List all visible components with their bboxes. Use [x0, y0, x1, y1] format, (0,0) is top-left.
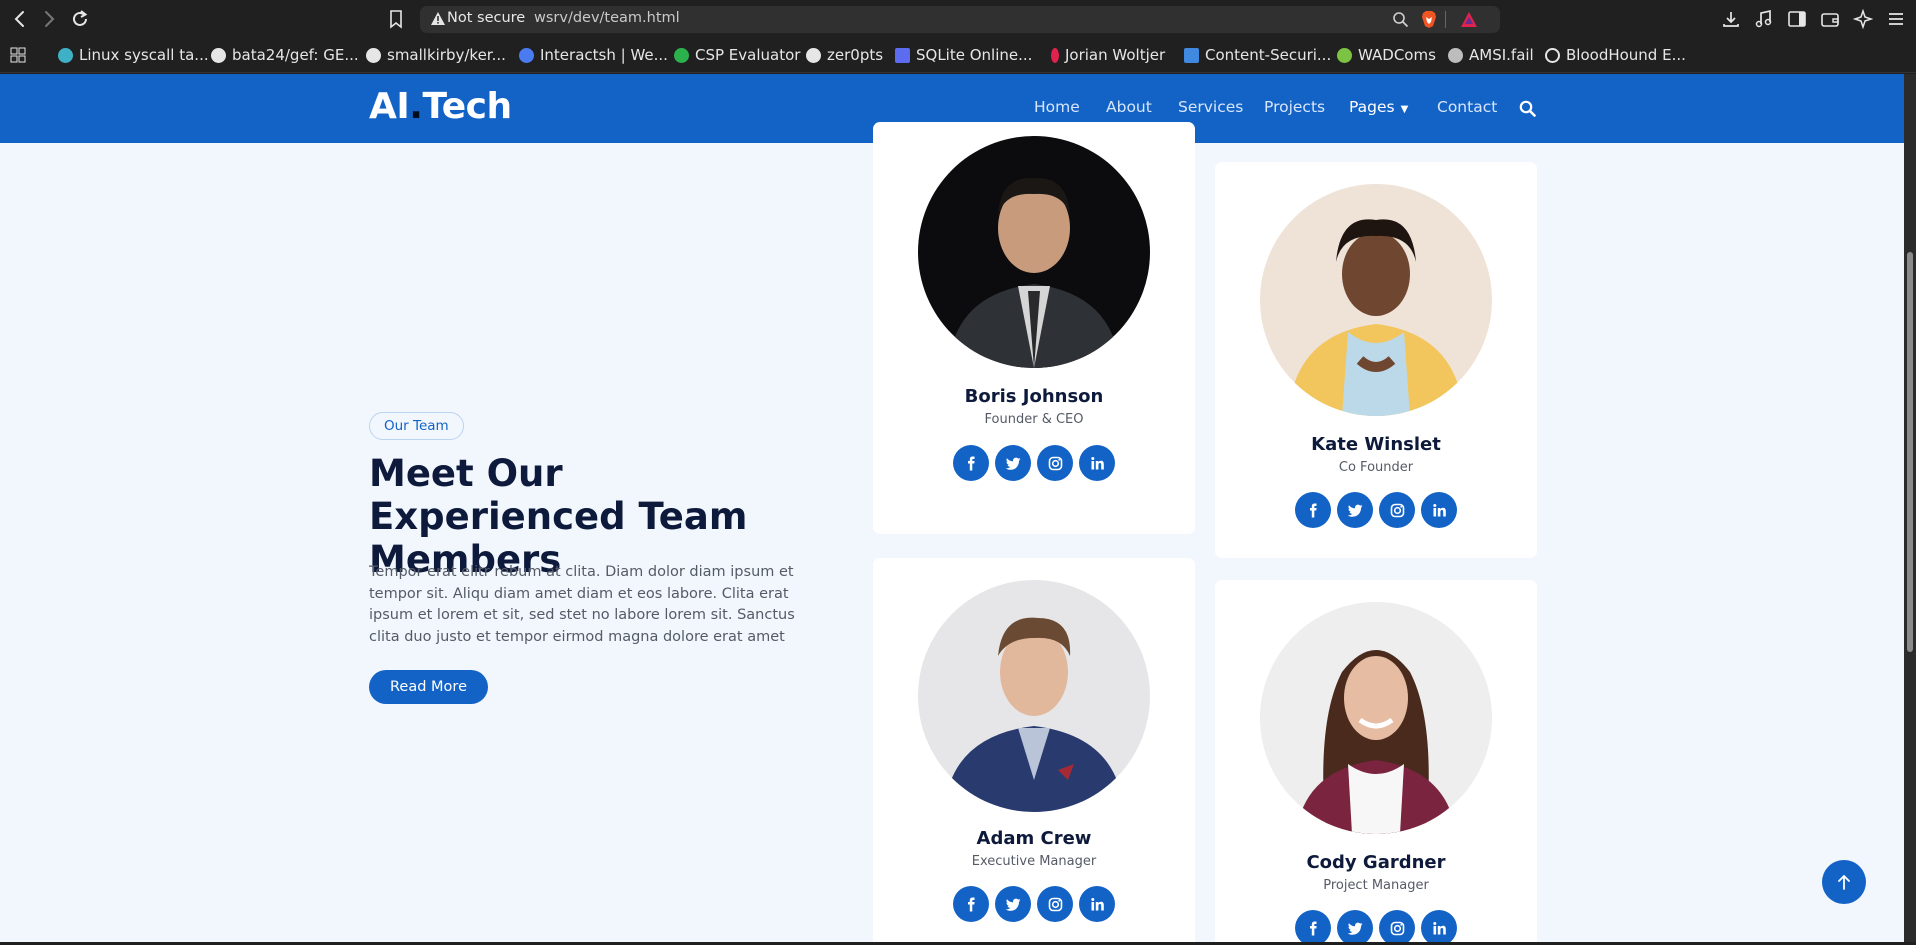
- warning-icon: [430, 11, 446, 27]
- twitter-icon[interactable]: [1337, 492, 1373, 528]
- twitter-icon[interactable]: [1337, 910, 1373, 942]
- bookmark-page-icon[interactable]: [387, 9, 405, 29]
- instagram-icon[interactable]: [1037, 886, 1073, 922]
- wallet-icon[interactable]: [1820, 9, 1840, 29]
- section-badge: Our Team: [369, 412, 464, 440]
- team-card: Boris Johnson Founder & CEO: [873, 122, 1195, 534]
- github-icon: [806, 47, 821, 63]
- linkedin-icon[interactable]: [1079, 445, 1115, 481]
- nav-services[interactable]: Services: [1178, 98, 1243, 116]
- address-separator: [1445, 11, 1446, 28]
- team-card: Cody Gardner Project Manager: [1215, 580, 1537, 942]
- linkedin-icon[interactable]: [1421, 910, 1457, 942]
- apps-icon[interactable]: [10, 45, 26, 65]
- scrollbar-thumb[interactable]: [1907, 252, 1913, 652]
- back-icon[interactable]: [9, 8, 31, 30]
- nav-pages[interactable]: Pages ▼: [1349, 98, 1408, 116]
- rewards-icon[interactable]: [1460, 11, 1478, 28]
- media-icon[interactable]: [1754, 9, 1774, 29]
- page-viewport: AI.Tech Home About Services Projects Pag…: [0, 74, 1904, 942]
- facebook-icon[interactable]: [1295, 492, 1331, 528]
- team-photo: [918, 136, 1150, 368]
- site-icon: [1337, 47, 1352, 63]
- team-card: Adam Crew Executive Manager: [873, 558, 1195, 942]
- bookmark-item[interactable]: Interactsh | We...: [519, 45, 668, 65]
- url-text[interactable]: wsrv/dev/team.html: [534, 10, 680, 26]
- instagram-icon[interactable]: [1379, 910, 1415, 942]
- twitter-icon[interactable]: [995, 445, 1031, 481]
- member-role: Project Manager: [1323, 878, 1429, 893]
- nav-contact[interactable]: Contact: [1437, 98, 1497, 116]
- team-card: Kate Winslet Co Founder: [1215, 162, 1537, 558]
- bookmark-item[interactable]: bata24/gef: GE...: [211, 45, 359, 65]
- nav-projects[interactable]: Projects: [1264, 98, 1325, 116]
- instagram-icon[interactable]: [1379, 492, 1415, 528]
- bookmark-item[interactable]: CSP Evaluator: [674, 45, 800, 65]
- leo-ai-icon[interactable]: [1852, 8, 1874, 30]
- address-bar[interactable]: Not secure wsrv/dev/team.html: [420, 6, 1500, 33]
- member-name: Adam Crew: [976, 828, 1092, 849]
- facebook-icon[interactable]: [953, 445, 989, 481]
- brave-shield-icon[interactable]: [1420, 10, 1438, 29]
- social-links: [1215, 492, 1537, 528]
- search-icon[interactable]: [1519, 100, 1536, 117]
- member-role: Founder & CEO: [984, 412, 1084, 427]
- bookmark-item[interactable]: SQLite Online...: [895, 45, 1032, 65]
- social-links: [873, 445, 1195, 481]
- page-scrollbar[interactable]: [1904, 74, 1916, 942]
- bookmarks-bar: Linux syscall ta... bata24/gef: GE... sm…: [0, 38, 1916, 73]
- facebook-icon[interactable]: [1295, 910, 1331, 942]
- team-photo: [1260, 602, 1492, 834]
- team-photo: [1260, 184, 1492, 416]
- bookmark-item[interactable]: Content-Securi...: [1184, 45, 1331, 65]
- bookmark-item[interactable]: Linux syscall ta...: [58, 45, 209, 65]
- member-name: Cody Gardner: [1306, 852, 1446, 873]
- team-photo: [918, 580, 1150, 812]
- sidebar-icon[interactable]: [1787, 9, 1807, 29]
- back-to-top-button[interactable]: [1822, 860, 1866, 904]
- flag-icon: [1051, 47, 1059, 63]
- arrow-up-icon: [1838, 874, 1850, 890]
- read-more-button[interactable]: Read More: [369, 670, 488, 704]
- linkedin-icon[interactable]: [1079, 886, 1115, 922]
- github-icon: [211, 47, 226, 63]
- linkedin-icon[interactable]: [1421, 492, 1457, 528]
- forward-icon[interactable]: [38, 8, 60, 30]
- social-links: [1215, 910, 1537, 942]
- member-role: Co Founder: [1338, 460, 1414, 475]
- bookmark-item[interactable]: smallkirby/ker...: [366, 45, 506, 65]
- security-label[interactable]: Not secure: [447, 10, 525, 26]
- site-icon: [1545, 47, 1560, 63]
- zoom-icon[interactable]: [1392, 11, 1409, 28]
- downloads-icon[interactable]: [1721, 9, 1741, 29]
- code-icon: [895, 47, 910, 63]
- bookmark-item[interactable]: BloodHound E...: [1545, 45, 1686, 65]
- member-name: Boris Johnson: [964, 386, 1104, 407]
- nav-home[interactable]: Home: [1034, 98, 1080, 116]
- nav-about[interactable]: About: [1106, 98, 1152, 116]
- instagram-icon[interactable]: [1037, 445, 1073, 481]
- member-role: Executive Manager: [971, 854, 1097, 869]
- site-logo[interactable]: AI.Tech: [369, 86, 512, 127]
- csp-icon: [1184, 47, 1199, 63]
- section-description: Tempor erat elitr rebum at clita. Diam d…: [369, 564, 795, 645]
- chevron-down-icon: ▼: [1400, 104, 1409, 115]
- bookmark-item[interactable]: WADComs: [1337, 45, 1436, 65]
- reload-icon[interactable]: [69, 8, 91, 30]
- bookmark-item[interactable]: Jorian Woltjer: [1051, 45, 1165, 65]
- member-name: Kate Winslet: [1311, 434, 1441, 455]
- facebook-icon[interactable]: [953, 886, 989, 922]
- shield-icon: [674, 47, 689, 63]
- social-links: [873, 886, 1195, 922]
- twitter-icon[interactable]: [995, 886, 1031, 922]
- bookmark-item[interactable]: zer0pts: [806, 45, 883, 65]
- menu-icon[interactable]: [1886, 9, 1906, 29]
- site-icon: [519, 47, 534, 63]
- site-icon: [58, 47, 73, 63]
- globe-icon: [1448, 47, 1463, 63]
- github-icon: [366, 47, 381, 63]
- bookmark-item[interactable]: AMSI.fail: [1448, 45, 1534, 65]
- browser-toolbar: Not secure wsrv/dev/team.html: [0, 0, 1916, 38]
